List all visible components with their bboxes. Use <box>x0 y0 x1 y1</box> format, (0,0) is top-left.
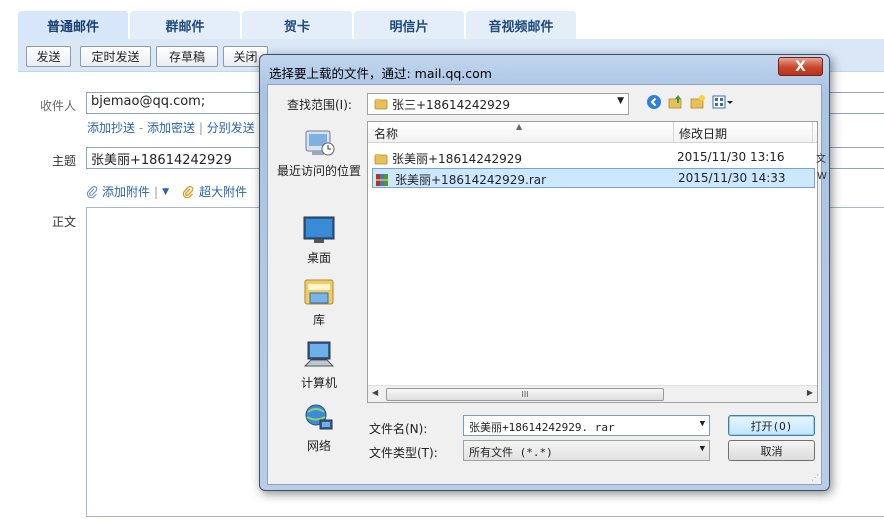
file-type-cell: 文 <box>816 154 826 165</box>
lookin-dropdown[interactable]: 张三+18614242929 ▼ <box>367 93 629 115</box>
place-label: 最近访问的位置 <box>276 164 361 178</box>
cc-separator: | <box>198 121 203 135</box>
lookin-value: 张三+18614242929 <box>392 97 511 112</box>
file-row[interactable]: 张美丽+18614242929 2015/11/30 13:16 文 <box>372 148 826 168</box>
filename-input[interactable]: 张美丽+18614242929. rar ▼ <box>463 415 710 436</box>
dialog-title: 选择要上载的文件，通过: mail.qq.com <box>269 66 492 81</box>
column-divider[interactable] <box>812 122 813 143</box>
place-library[interactable]: 库 <box>273 276 365 328</box>
place-label: 网络 <box>306 439 331 453</box>
filename-value: 张美丽+18614242929. rar <box>469 421 615 434</box>
cancel-button[interactable]: 取消 <box>728 440 815 461</box>
file-name: 张美丽+18614242929.rar <box>395 173 547 187</box>
send-button[interactable]: 发送 <box>26 46 71 67</box>
back-icon[interactable] <box>646 94 662 110</box>
filetype-value: 所有文件 (*.*) <box>469 446 553 459</box>
view-menu-icon[interactable] <box>712 95 734 109</box>
file-name: 张美丽+18614242929 <box>392 152 523 166</box>
filetype-label: 文件类型(T): <box>369 446 438 460</box>
open-button[interactable]: 打开(O) <box>728 415 815 436</box>
cc-links: 添加抄送 - 添加密送 | 分别发送 <box>87 119 255 136</box>
separate-send-link[interactable]: 分别发送 <box>207 121 255 135</box>
column-date[interactable]: 修改日期 <box>679 125 727 142</box>
recent-places-icon <box>305 130 335 156</box>
big-attachment-link[interactable]: 超大附件 <box>199 183 247 200</box>
file-date: 2015/11/30 14:33 <box>678 171 786 185</box>
library-icon <box>304 279 334 305</box>
column-divider[interactable] <box>673 122 674 143</box>
scrollbar-thumb[interactable]: III <box>386 388 664 401</box>
add-bcc-link[interactable]: 添加密送 <box>147 121 195 135</box>
scroll-right-icon[interactable]: ▶ <box>807 388 813 397</box>
chevron-down-icon[interactable]: ▼ <box>700 419 705 429</box>
attach-row: 添加附件 | ▼ 超大附件 <box>86 183 247 200</box>
file-row-selected[interactable]: 张美丽+18614242929.rar 2015/11/30 14:33 W <box>372 168 827 188</box>
place-desktop[interactable]: 桌面 <box>273 214 365 266</box>
cc-separator: - <box>138 121 144 135</box>
file-list: 名称 ▲ 修改日期 张美丽+18614242929 2015/11/30 13:… <box>367 121 827 403</box>
dialog-body: 查找范围(I): 张三+18614242929 ▼ 最近访问的位置 桌面 库 计… <box>267 84 827 485</box>
compose-tabs: 普通邮件 群邮件 贺卡 明信片 音视频邮件 <box>18 11 576 39</box>
save-draft-button[interactable]: 存草稿 <box>156 46 218 67</box>
file-upload-dialog: 选择要上载的文件，通过: mail.qq.com X 查找范围(I): 张三+1… <box>259 54 830 491</box>
sort-arrow-icon: ▲ <box>516 122 523 131</box>
place-label: 计算机 <box>300 376 337 390</box>
places-bar: 最近访问的位置 桌面 库 计算机 网络 <box>273 121 365 483</box>
folder-icon <box>374 99 388 110</box>
schedule-send-button[interactable]: 定时发送 <box>80 46 151 67</box>
place-label: 库 <box>312 313 325 327</box>
lookin-label: 查找范围(I): <box>287 98 352 112</box>
tab-greeting-card[interactable]: 贺卡 <box>242 11 352 39</box>
filetype-select[interactable]: 所有文件 (*.*) ▼ <box>463 440 710 461</box>
tab-normal-mail[interactable]: 普通邮件 <box>18 11 128 39</box>
attachment-menu-arrow-icon[interactable]: ▼ <box>162 187 169 197</box>
paperclip-icon <box>86 185 98 198</box>
place-recent[interactable]: 最近访问的位置 <box>273 127 365 179</box>
file-list-header: 名称 ▲ 修改日期 <box>368 122 817 143</box>
dialog-close-button[interactable]: X <box>778 57 823 76</box>
column-name[interactable]: 名称 <box>374 125 398 142</box>
nav-toolbar <box>646 94 734 110</box>
rar-icon <box>376 173 388 186</box>
close-icon: X <box>795 58 806 75</box>
place-label: 桌面 <box>306 251 331 265</box>
file-type-cell: W <box>817 171 827 182</box>
place-network[interactable]: 网络 <box>273 402 365 454</box>
resize-grip-icon[interactable]: ⋰ <box>811 473 819 482</box>
tab-group-mail[interactable]: 群邮件 <box>130 11 240 39</box>
attach-separator: | <box>154 184 159 199</box>
add-attachment-link[interactable]: 添加附件 <box>102 183 150 200</box>
file-date: 2015/11/30 13:16 <box>677 150 785 164</box>
tab-postcard[interactable]: 明信片 <box>354 11 464 39</box>
big-paperclip-icon <box>182 185 194 198</box>
chevron-down-icon: ▼ <box>617 96 624 106</box>
folder-icon <box>374 153 388 164</box>
place-computer[interactable]: 计算机 <box>273 339 365 391</box>
body-label: 正文 <box>52 215 77 229</box>
chevron-down-icon: ▼ <box>699 444 705 454</box>
subject-label: 主题 <box>52 154 77 168</box>
filename-label: 文件名(N): <box>369 422 428 436</box>
desktop-icon <box>303 216 335 243</box>
computer-icon <box>303 341 335 367</box>
network-icon <box>305 404 333 430</box>
scroll-left-icon[interactable]: ◀ <box>372 388 378 397</box>
to-label: 收件人 <box>40 99 77 113</box>
up-folder-icon[interactable] <box>668 94 684 110</box>
horizontal-scrollbar[interactable]: ◀ III ▶ <box>368 385 817 402</box>
add-cc-link[interactable]: 添加抄送 <box>87 121 135 135</box>
tab-video-mail[interactable]: 音视频邮件 <box>466 11 576 39</box>
new-folder-icon[interactable] <box>690 94 706 110</box>
